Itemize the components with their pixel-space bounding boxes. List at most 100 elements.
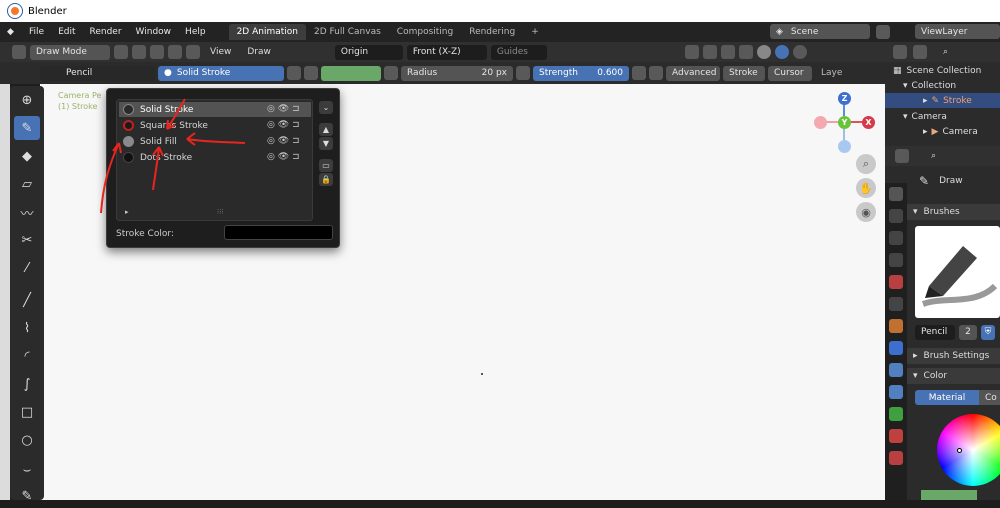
stroke-color-swatch[interactable] (224, 225, 333, 240)
tab-compositing[interactable]: Compositing (389, 24, 461, 40)
select-all-icon[interactable] (132, 45, 146, 59)
stabilizer-icon[interactable] (649, 66, 663, 80)
brush-name-field[interactable]: Pencil (915, 324, 955, 340)
properties-editor-icon[interactable] (895, 149, 909, 163)
zoom-icon[interactable]: ⌕ (856, 154, 876, 174)
color-panel-header[interactable]: ▾ Color (907, 368, 1000, 384)
color-mode-tab[interactable]: Co (979, 390, 1000, 405)
display-mode-icon[interactable] (913, 45, 927, 59)
box-tool-icon[interactable]: □ (14, 400, 40, 424)
eyedropper-tool-icon[interactable]: ⁄ (14, 256, 40, 280)
brush-preview[interactable] (915, 226, 1000, 318)
shading-rendered-icon[interactable] (792, 45, 807, 59)
output-tab-icon[interactable] (889, 231, 903, 245)
render-tab-icon[interactable] (889, 209, 903, 223)
move-down-icon[interactable]: ▼ (319, 137, 333, 150)
color-value-swatch[interactable] (921, 490, 977, 500)
stroke-dropdown[interactable]: Stroke (723, 65, 765, 81)
outliner-camera[interactable]: ▸ ▶ Camera (885, 124, 1000, 139)
pan-hand-icon[interactable]: ✋ (856, 178, 876, 198)
pin2-icon[interactable] (384, 66, 398, 80)
pressure-icon[interactable] (516, 66, 530, 80)
erase-tool-icon[interactable]: ▱ (14, 172, 40, 196)
gizmo-neg-x-axis[interactable] (814, 116, 827, 129)
interpolate-tool-icon[interactable]: ⌣ (14, 458, 40, 482)
brushes-panel-header[interactable]: ▾ Brushes (907, 204, 1000, 220)
search-icon[interactable]: ⌕ (931, 151, 936, 161)
polyline-tool-icon[interactable]: ⌇ (14, 316, 40, 340)
menu-help[interactable]: Help (178, 27, 213, 37)
draw-tool-icon[interactable]: ✎ (14, 116, 40, 140)
new-scene-icon[interactable] (876, 25, 890, 39)
select-box-icon[interactable] (114, 45, 128, 59)
menu-file[interactable]: File (22, 27, 51, 37)
projection-selector[interactable]: Front (X-Z) (406, 44, 487, 60)
outliner-camera-collection[interactable]: ▾ Camera (885, 109, 1000, 124)
cutter-tool-icon[interactable]: ✂ (14, 228, 40, 252)
onion-icon[interactable]: ◎ 👁 ⊐ (267, 152, 300, 162)
blender-menu-icon[interactable]: ◆ (0, 27, 22, 37)
scene-tab-icon[interactable] (889, 275, 903, 289)
onion-icon[interactable]: ◎ 👁 ⊐ (267, 104, 300, 114)
curve-edit-icon[interactable] (186, 45, 200, 59)
multiframe-icon[interactable] (150, 45, 164, 59)
pin-icon[interactable] (287, 66, 301, 80)
line-tool-icon[interactable]: ╱ (14, 288, 40, 312)
strength-field[interactable]: Strength 0.600 (533, 65, 629, 81)
onion-skin-icon[interactable] (168, 45, 182, 59)
display-icon[interactable]: ▭ (319, 159, 333, 172)
expand-icon[interactable]: ▸ (923, 127, 928, 137)
tint-tool-icon[interactable]: 〰 (14, 200, 40, 224)
brush-settings-panel-header[interactable]: ▸ Brush Settings (907, 348, 1000, 364)
color-swatch[interactable] (321, 65, 381, 81)
tab-2d-full-canvas[interactable]: 2D Full Canvas (306, 24, 389, 40)
data-tab-icon[interactable] (889, 407, 903, 421)
move-up-icon[interactable]: ▲ (319, 123, 333, 136)
tab-2d-animation[interactable]: 2D Animation (228, 24, 306, 40)
add-workspace-button[interactable]: + (523, 24, 547, 40)
modifier-tab-icon[interactable] (889, 341, 903, 355)
extra-tool-icon[interactable]: ✎ (14, 484, 40, 508)
outliner-collection[interactable]: ▾ Collection (885, 78, 1000, 93)
arc-tool-icon[interactable]: ◜ (14, 344, 40, 368)
radius-field[interactable]: Radius 20 px (401, 65, 513, 81)
onion-icon[interactable]: ◎ 👁 ⊐ (267, 136, 300, 146)
xray-icon[interactable] (738, 45, 753, 59)
strength-pressure-icon[interactable] (632, 66, 646, 80)
outliner-editor-icon[interactable] (893, 45, 907, 59)
advanced-dropdown[interactable]: Advanced (666, 65, 720, 81)
material-mode-tab[interactable]: Material (915, 390, 979, 405)
cursor-dropdown[interactable]: Cursor (768, 65, 812, 81)
texture-tab-icon[interactable] (889, 451, 903, 465)
fake-user-shield-icon[interactable]: ⛨ (981, 324, 995, 340)
color-picker-handle[interactable] (957, 448, 962, 453)
gizmo-neg-z-axis[interactable] (838, 140, 851, 153)
fill-tool-icon[interactable]: ◆ (14, 144, 40, 168)
effects-tab-icon[interactable] (889, 363, 903, 377)
expand-icon[interactable]: ▾ (903, 81, 908, 91)
editor-type-icon[interactable] (12, 45, 26, 59)
view-layer-selector[interactable]: ViewLayer (915, 24, 1000, 39)
menu-render[interactable]: Render (83, 27, 129, 37)
physics-tab-icon[interactable] (889, 385, 903, 399)
menu-edit[interactable]: Edit (51, 27, 82, 37)
view-layer-tab-icon[interactable] (889, 253, 903, 267)
color-wheel[interactable] (937, 414, 1000, 486)
gizmo-x-axis[interactable]: X (862, 116, 875, 129)
curve-tool-icon[interactable]: ∫ (14, 372, 40, 396)
scene-selector[interactable]: ◈ Scene (770, 24, 870, 39)
material-tab-icon[interactable] (889, 429, 903, 443)
shading-material-icon[interactable] (774, 45, 789, 59)
menu-window[interactable]: Window (129, 27, 179, 37)
tab-rendering[interactable]: Rendering (461, 24, 523, 40)
expand-icon[interactable]: ▾ (903, 112, 908, 122)
chevron-down-icon[interactable]: ⌄ (319, 101, 333, 114)
tool-tab-icon[interactable] (889, 187, 903, 201)
circle-tool-icon[interactable]: ○ (14, 428, 40, 452)
cursor-tool-icon[interactable]: ⊕ (14, 88, 40, 112)
visibility-icon[interactable] (684, 45, 699, 59)
gizmo-y-axis[interactable]: Y (838, 116, 851, 129)
origin-selector[interactable]: Origin (334, 44, 403, 60)
brush-selector[interactable]: Pencil (40, 65, 155, 81)
search-icon[interactable]: ⌕ (943, 47, 948, 57)
